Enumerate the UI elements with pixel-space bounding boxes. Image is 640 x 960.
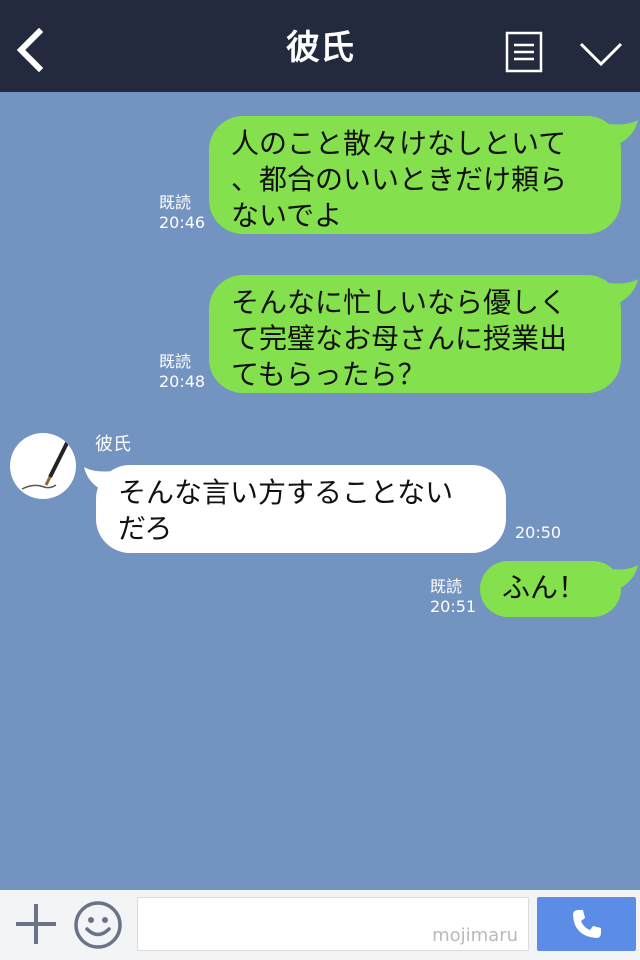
- read-label: 既読: [159, 193, 192, 212]
- sender-name: 彼氏: [95, 434, 131, 455]
- phone-icon: [573, 910, 601, 938]
- chat-title: 彼氏: [286, 28, 354, 68]
- pen-icon: [21, 440, 70, 490]
- read-label: 既読: [430, 577, 463, 596]
- message-time: 20:50: [515, 523, 562, 542]
- bubble-tail: [608, 565, 638, 591]
- bubble-tail: [608, 279, 638, 305]
- message-time: 20:51: [430, 597, 477, 616]
- list-icon[interactable]: [505, 31, 543, 73]
- sent-message-bubble[interactable]: そんなに忙しいなら優しく て完璧なお母さんに授業出 てもらったら？: [209, 275, 621, 393]
- header-bar: 彼氏: [0, 0, 640, 92]
- call-button[interactable]: [537, 897, 636, 951]
- message-time: 20:46: [159, 213, 206, 232]
- sent-message-bubble[interactable]: ふん！: [480, 561, 621, 617]
- chevron-down-icon[interactable]: [578, 40, 624, 68]
- received-message-bubble[interactable]: そんな言い方することない だろ: [96, 465, 506, 553]
- read-label: 既読: [159, 352, 192, 371]
- message-meta: 既読 20:46: [159, 193, 205, 233]
- message-meta: 既読 20:48: [159, 352, 205, 392]
- chat-area[interactable]: 既読 20:46 人のこと散々けなしといて 、都合のいいときだけ頼ら ないでよ …: [0, 92, 640, 890]
- message-meta: 既読 20:51: [430, 577, 476, 617]
- smiley-icon[interactable]: [73, 900, 123, 950]
- message-input[interactable]: mojimaru: [137, 897, 529, 951]
- watermark-text: mojimaru: [432, 925, 518, 946]
- plus-icon[interactable]: [14, 902, 58, 946]
- bubble-tail: [608, 120, 638, 146]
- contact-avatar[interactable]: [10, 433, 76, 499]
- sent-message-bubble[interactable]: 人のこと散々けなしといて 、都合のいいときだけ頼ら ないでよ: [209, 116, 621, 234]
- message-time: 20:48: [159, 372, 206, 391]
